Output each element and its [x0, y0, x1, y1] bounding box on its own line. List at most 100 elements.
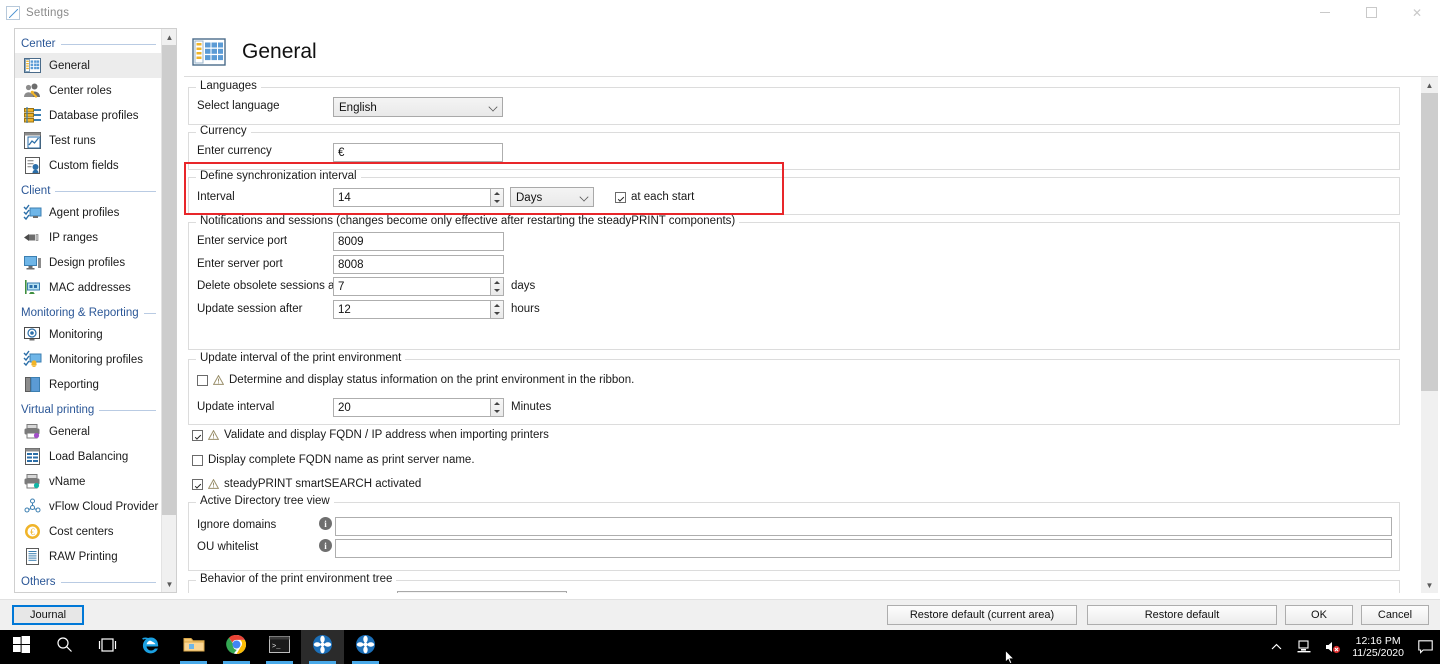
reporting-book-icon: [23, 375, 42, 394]
enter-service-port-input[interactable]: 8009: [333, 232, 504, 251]
restore-default-button[interactable]: Restore default: [1087, 605, 1277, 625]
delete-obsolete-sessions-input[interactable]: 7: [333, 277, 491, 296]
minimize-button[interactable]: [1302, 0, 1348, 25]
search-button[interactable]: [43, 630, 86, 664]
sidebar-group-label: Center: [21, 38, 56, 50]
interval-spinner-up[interactable]: [491, 189, 503, 198]
spinner-up[interactable]: [491, 399, 503, 408]
content-scrollbar[interactable]: ▲ ▼: [1421, 77, 1438, 593]
info-icon[interactable]: i: [319, 539, 332, 552]
journal-button[interactable]: Journal: [12, 605, 84, 625]
select-language-combobox[interactable]: English: [333, 97, 503, 117]
determine-status-checkbox-box[interactable]: [197, 374, 208, 386]
sidebar-item-load-balancing[interactable]: Load Balancing: [15, 444, 162, 469]
click-behavior-combobox[interactable]: Open in selected tab: [397, 591, 567, 593]
sidebar-item-center-roles[interactable]: Center roles: [15, 78, 162, 103]
network-icon[interactable]: [1290, 630, 1318, 664]
warning-icon: [213, 375, 224, 385]
steadyprint-taskbar-item-2[interactable]: [344, 630, 387, 664]
command-prompt-taskbar-item[interactable]: >_: [258, 630, 301, 664]
display-complete-fqdn-checkbox[interactable]: Display complete FQDN name as print serv…: [192, 454, 475, 466]
ok-button[interactable]: OK: [1285, 605, 1353, 625]
smartsearch-activated-checkbox[interactable]: steadyPRINT smartSEARCH activated: [192, 478, 421, 490]
interval-value: 14: [338, 192, 351, 204]
sidebar-scroll-thumb[interactable]: [162, 45, 176, 515]
sidebar-item-vflow-cloud-provider[interactable]: vFlow Cloud Provider: [15, 494, 162, 519]
interval-unit-combobox[interactable]: Days: [510, 187, 594, 207]
sidebar-item-virtual-printing-general[interactable]: General: [15, 419, 162, 444]
content-scroll-down-button[interactable]: ▼: [1421, 577, 1438, 593]
update-interval-input[interactable]: 20: [333, 398, 491, 417]
file-explorer-taskbar-item[interactable]: [172, 630, 215, 664]
info-icon[interactable]: i: [319, 517, 332, 530]
sidebar-item-monitoring[interactable]: Monitoring: [15, 322, 162, 347]
task-view-icon: [98, 637, 117, 658]
sidebar-item-ip-ranges[interactable]: IP ranges: [15, 225, 162, 250]
maximize-button[interactable]: [1348, 0, 1394, 25]
enter-server-port-input[interactable]: 8008: [333, 255, 504, 274]
sidebar-item-cost-centers[interactable]: € Cost centers: [15, 519, 162, 544]
mac-addresses-card-icon: [23, 278, 42, 297]
spinner-up[interactable]: [491, 301, 503, 310]
interval-spinner[interactable]: [491, 188, 504, 207]
update-session-after-spinner[interactable]: [491, 300, 504, 319]
interval-spinner-down[interactable]: [491, 198, 503, 207]
sidebar-group-rule: [60, 43, 156, 45]
volume-muted-icon[interactable]: [1318, 630, 1346, 664]
validate-fqdn-checkbox-box[interactable]: [192, 429, 203, 441]
delete-obsolete-sessions-unit: days: [511, 280, 536, 292]
sidebar-item-label: Test runs: [49, 134, 96, 147]
restore-default-current-area-button[interactable]: Restore default (current area): [887, 605, 1077, 625]
start-button[interactable]: [0, 630, 43, 664]
enter-currency-input[interactable]: €: [333, 143, 503, 162]
at-each-start-checkbox[interactable]: at each start: [615, 191, 694, 203]
update-interval-spinner[interactable]: [491, 398, 504, 417]
cancel-button[interactable]: Cancel: [1361, 605, 1429, 625]
taskbar-clock[interactable]: 12:16 PM 11/25/2020: [1346, 635, 1410, 659]
internet-explorer-taskbar-item[interactable]: [129, 630, 172, 664]
show-hidden-icons-button[interactable]: [1262, 630, 1290, 664]
steadyprint-taskbar-item[interactable]: [301, 630, 344, 664]
sidebar-item-custom-fields[interactable]: Custom fields: [15, 153, 162, 178]
ignore-domains-input[interactable]: [335, 517, 1392, 536]
window-title: Settings: [26, 6, 70, 19]
spinner-up[interactable]: [491, 278, 503, 287]
monitoring-icon: [23, 325, 42, 344]
display-complete-fqdn-checkbox-box[interactable]: [192, 454, 203, 466]
chrome-taskbar-item[interactable]: [215, 630, 258, 664]
sidebar-group-rule: [55, 190, 156, 192]
interval-input[interactable]: 14: [333, 188, 491, 207]
sidebar-item-label: General: [49, 59, 90, 72]
sidebar-item-monitoring-profiles[interactable]: Monitoring profiles: [15, 347, 162, 372]
update-session-after-input[interactable]: 12: [333, 300, 491, 319]
close-button[interactable]: ✕: [1394, 0, 1440, 25]
ou-whitelist-input[interactable]: [335, 539, 1392, 558]
spinner-down[interactable]: [491, 287, 503, 296]
content-scroll-thumb[interactable]: [1421, 93, 1438, 391]
sidebar-scroll-up-button[interactable]: ▲: [162, 29, 176, 45]
at-each-start-checkbox-box[interactable]: [615, 191, 626, 203]
sidebar-item-database-profiles[interactable]: Database profiles: [15, 103, 162, 128]
sidebar-item-general[interactable]: General: [15, 53, 162, 78]
sidebar-item-mac-addresses[interactable]: MAC addresses: [15, 275, 162, 300]
spinner-down[interactable]: [491, 310, 503, 319]
sidebar-item-test-runs[interactable]: Test runs: [15, 128, 162, 153]
action-center-button[interactable]: [1410, 630, 1440, 664]
sidebar-item-agent-profiles[interactable]: Agent profiles: [15, 200, 162, 225]
sidebar-scroll-down-button[interactable]: ▼: [162, 576, 176, 592]
spinner-down[interactable]: [491, 408, 503, 417]
sidebar-item-vname[interactable]: vName: [15, 469, 162, 494]
sidebar-item-raw-printing[interactable]: RAW Printing: [15, 544, 162, 569]
sidebar-scrollbar[interactable]: ▲ ▼: [161, 29, 176, 592]
sidebar-item-partial[interactable]: [15, 591, 162, 592]
sidebar-item-reporting[interactable]: Reporting: [15, 372, 162, 397]
delete-obsolete-sessions-spinner[interactable]: [491, 277, 504, 296]
smartsearch-activated-checkbox-box[interactable]: [192, 478, 203, 490]
determine-status-checkbox[interactable]: Determine and display status information…: [197, 374, 634, 386]
sidebar-item-design-profiles[interactable]: Design profiles: [15, 250, 162, 275]
content-scroll-up-button[interactable]: ▲: [1421, 77, 1438, 93]
settings-content: Languages Select language English Curren…: [184, 77, 1421, 593]
update-interval-group: Update interval of the print environment…: [188, 352, 1400, 425]
validate-fqdn-checkbox[interactable]: Validate and display FQDN / IP address w…: [192, 429, 549, 441]
task-view-button[interactable]: [86, 630, 129, 664]
